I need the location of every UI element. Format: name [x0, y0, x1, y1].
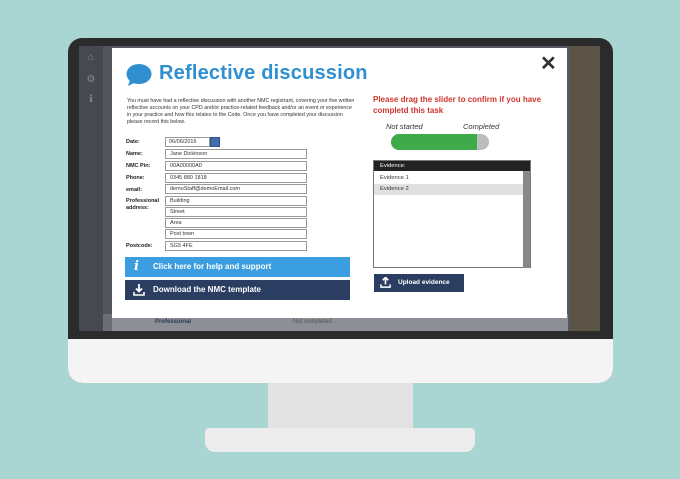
- pin-field[interactable]: 00A00000A0: [165, 161, 307, 171]
- close-button[interactable]: ✕: [540, 54, 557, 74]
- monitor-neck: [268, 383, 413, 428]
- drag-slider-prompt: Please drag the slider to confirm if you…: [373, 95, 542, 115]
- slider-label-completed: Completed: [463, 122, 500, 131]
- download-template-button[interactable]: Download the NMC template: [125, 280, 350, 300]
- name-label: Name:: [126, 151, 143, 157]
- pin-label: NMC Pin:: [126, 163, 151, 169]
- email-field[interactable]: demoStaff@demoEmail.com: [165, 184, 307, 194]
- postcode-label: Postcode:: [126, 243, 153, 249]
- address-label-2: address:: [126, 205, 149, 211]
- download-icon: [133, 284, 145, 296]
- background-row-label: Professional: [155, 319, 192, 325]
- upload-evidence-button[interactable]: Upload evidence: [374, 274, 464, 292]
- modal-overlay: [79, 46, 112, 331]
- slider-label-not-started: Not started: [386, 122, 423, 131]
- completion-slider-fill: [391, 134, 478, 150]
- intro-text: You must have had a reflective discussio…: [127, 98, 355, 125]
- address-line-4[interactable]: Post town: [165, 229, 307, 239]
- download-template-label: Download the NMC template: [153, 285, 262, 294]
- name-field[interactable]: Jane Dickinson: [165, 149, 307, 159]
- monitor-chin: [68, 339, 613, 383]
- background-row-status: Not completed: [293, 319, 332, 325]
- calendar-icon[interactable]: [210, 137, 220, 147]
- date-label: Date:: [126, 139, 140, 145]
- help-support-button[interactable]: i Click here for help and support: [125, 257, 350, 277]
- speech-bubble-icon: [126, 64, 152, 86]
- completion-slider[interactable]: [391, 134, 489, 150]
- address-line-3[interactable]: Area: [165, 218, 307, 228]
- evidence-item[interactable]: Evidence 2: [374, 184, 524, 195]
- monitor-stand: [205, 428, 475, 452]
- address-label: Professional: [126, 198, 160, 204]
- evidence-list: Evidence: Evidence 1 Evidence 2: [373, 160, 531, 268]
- upload-evidence-label: Upload evidence: [398, 279, 450, 286]
- info-icon: i: [134, 259, 139, 274]
- address-line-2[interactable]: Street: [165, 207, 307, 217]
- upload-icon: [380, 277, 391, 288]
- evidence-scrollbar[interactable]: [523, 171, 530, 268]
- evidence-header: Evidence:: [374, 161, 530, 171]
- postcode-field[interactable]: SG5 4FE: [165, 241, 307, 251]
- evidence-item[interactable]: Evidence 1: [374, 173, 524, 184]
- background-panel: [570, 46, 600, 331]
- phone-field[interactable]: 0345 880 1818: [165, 173, 307, 183]
- phone-label: Phone:: [126, 175, 145, 181]
- help-support-label: Click here for help and support: [153, 262, 272, 271]
- modal-title: Reflective discussion: [159, 62, 368, 84]
- address-line-1[interactable]: Building: [165, 196, 307, 206]
- email-label: email:: [126, 187, 142, 193]
- date-field[interactable]: 06/06/2016: [165, 137, 210, 147]
